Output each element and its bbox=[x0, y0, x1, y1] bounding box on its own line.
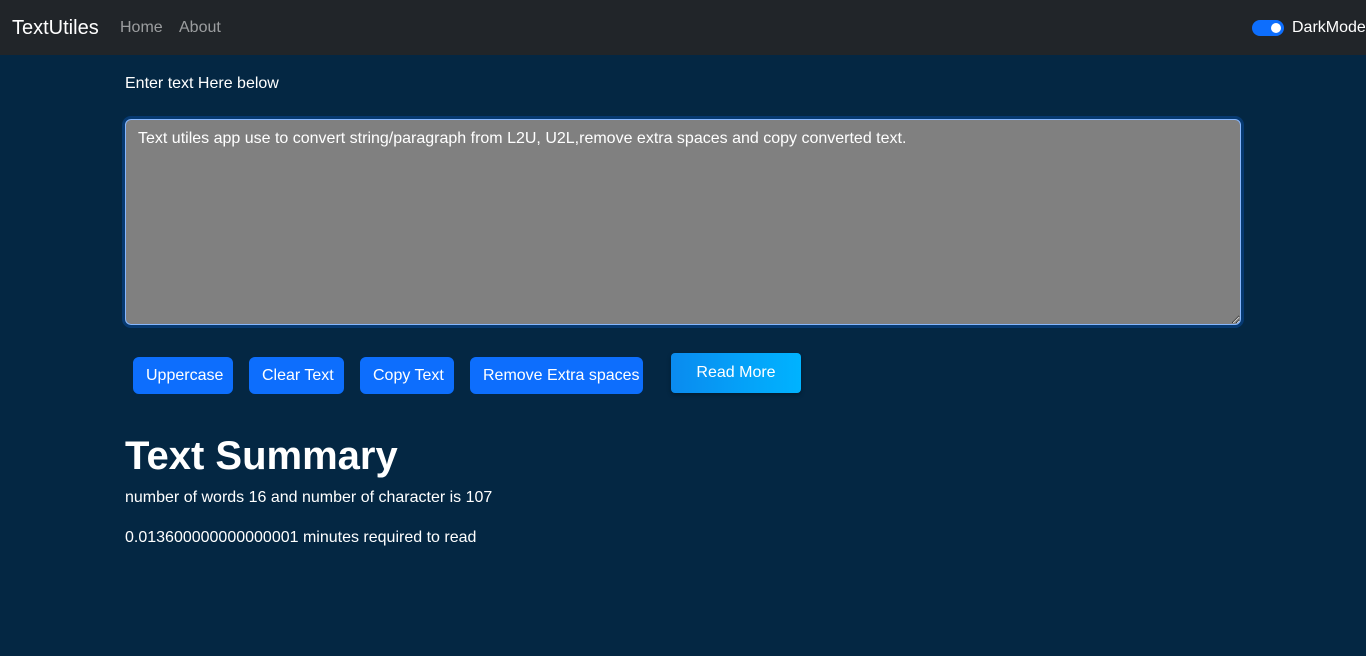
nav-link-home[interactable]: Home bbox=[120, 17, 163, 39]
read-time-text: 0.013600000000000001 minutes required to… bbox=[125, 529, 477, 546]
switch-knob bbox=[1271, 23, 1281, 33]
clear-text-button[interactable]: Clear Text bbox=[249, 357, 344, 394]
word-count-text: number of words 16 and number of charact… bbox=[125, 489, 493, 506]
text-input[interactable]: Text utiles app use to convert string/pa… bbox=[125, 119, 1241, 325]
summary-title: Text Summary bbox=[125, 434, 398, 478]
dark-mode-toggle-group: DarkMode bbox=[1252, 17, 1366, 39]
read-more-button[interactable]: Read More bbox=[671, 353, 801, 393]
nav-link-about[interactable]: About bbox=[179, 17, 221, 39]
copy-text-button[interactable]: Copy Text bbox=[360, 357, 454, 394]
dark-mode-switch[interactable] bbox=[1252, 20, 1284, 36]
brand-logo[interactable]: TextUtiles bbox=[12, 15, 99, 41]
navbar: TextUtiles Home About DarkMode bbox=[0, 0, 1366, 55]
uppercase-button[interactable]: Uppercase bbox=[133, 357, 233, 394]
textarea-label: Enter text Here below bbox=[125, 75, 279, 92]
dark-mode-label[interactable]: DarkMode bbox=[1292, 17, 1366, 39]
remove-extra-spaces-button[interactable]: Remove Extra spaces bbox=[470, 357, 643, 394]
